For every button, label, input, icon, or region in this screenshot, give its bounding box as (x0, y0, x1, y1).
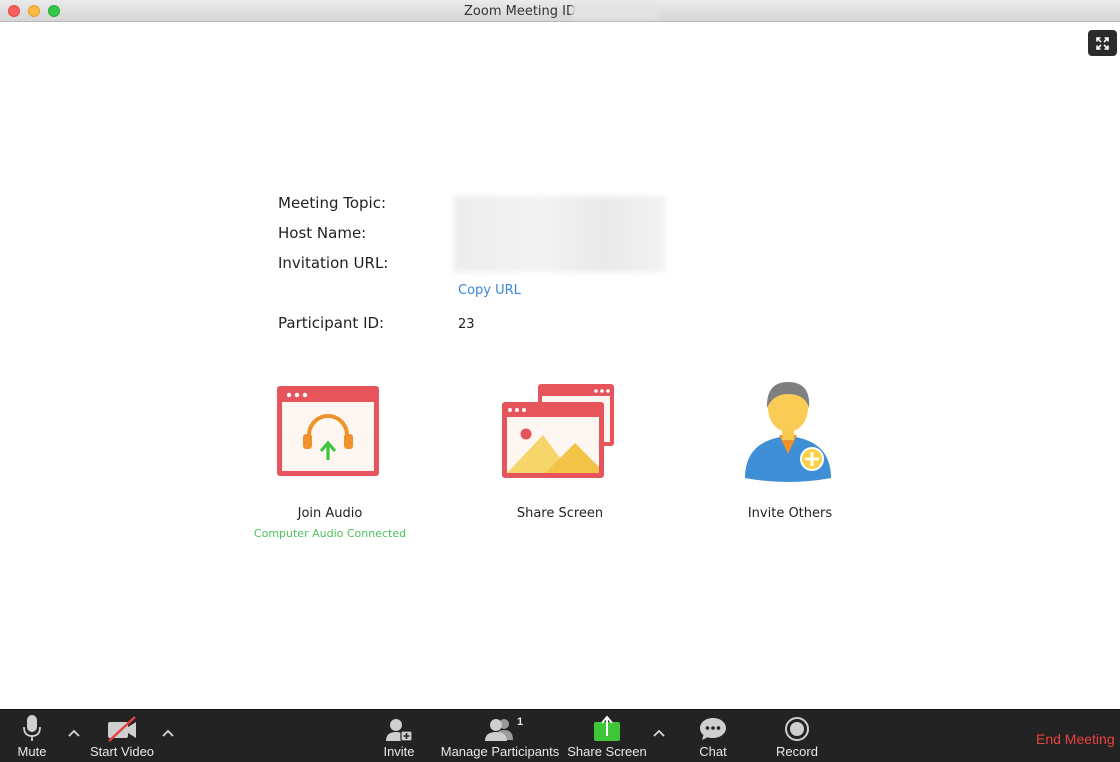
title-bar: Zoom Meeting ID: (0, 0, 1120, 22)
meeting-id-redacted (572, 3, 658, 19)
invite-others-button[interactable] (742, 380, 836, 489)
share-screen-tile-label: Share Screen (516, 506, 604, 521)
record-icon (785, 717, 809, 741)
chevron-up-icon (162, 729, 174, 737)
chevron-up-icon (68, 729, 80, 737)
zoom-meeting-window: Zoom Meeting ID: Meeting Topic: Host Nam… (0, 0, 1120, 762)
add-user-icon (386, 719, 413, 742)
mute-button[interactable]: Mute (10, 710, 54, 762)
microphone-icon (23, 715, 41, 741)
headphones-icon (277, 386, 379, 476)
host-name-label: Host Name: (278, 224, 367, 242)
expand-icon (1096, 36, 1109, 50)
invite-others-label: Invite Others (747, 506, 833, 521)
window-title: Zoom Meeting ID: (464, 4, 581, 19)
invite-button[interactable]: Invite (378, 710, 420, 762)
start-video-button[interactable]: Start Video (88, 710, 156, 762)
record-label: Record (776, 744, 818, 759)
participant-id-value: 23 (458, 317, 475, 332)
share-screen-label: Share Screen (567, 744, 647, 759)
share-screen-button[interactable]: Share Screen (567, 710, 647, 762)
manage-participants-label: Manage Participants (440, 744, 560, 759)
participants-icon (485, 719, 513, 741)
invitation-url-label: Invitation URL: (278, 254, 389, 272)
manage-participants-button[interactable]: Manage Participants (440, 710, 560, 762)
chat-button[interactable]: Chat (694, 710, 732, 762)
maximize-window-button[interactable] (48, 5, 60, 17)
minimize-window-button[interactable] (28, 5, 40, 17)
join-audio-label: Join Audio (297, 506, 363, 521)
add-user-icon (745, 382, 831, 482)
share-screen-tile-button[interactable] (501, 383, 617, 484)
record-button[interactable]: Record (774, 710, 820, 762)
audio-status-text: Computer Audio Connected (253, 527, 407, 540)
close-window-button[interactable] (8, 5, 20, 17)
share-upload-icon (594, 715, 620, 741)
copy-url-link[interactable]: Copy URL (458, 283, 521, 298)
chat-bubble-icon (700, 718, 726, 740)
chat-label: Chat (699, 744, 727, 759)
fullscreen-button[interactable] (1088, 30, 1117, 56)
share-options-caret[interactable] (651, 725, 667, 741)
share-screen-icon (502, 384, 614, 478)
audio-options-caret[interactable] (66, 725, 82, 741)
video-options-caret[interactable] (160, 725, 176, 741)
end-meeting-button[interactable]: End Meeting (1036, 731, 1115, 747)
invite-label: Invite (383, 744, 415, 759)
chevron-up-icon (653, 729, 665, 737)
meeting-topic-label: Meeting Topic: (278, 194, 387, 212)
redacted-meeting-details (454, 196, 666, 272)
participant-id-label: Participant ID: (278, 314, 385, 332)
mute-label: Mute (17, 744, 47, 759)
join-audio-button[interactable] (276, 385, 380, 482)
start-video-label: Start Video (89, 744, 155, 759)
video-off-icon (108, 716, 136, 742)
participant-count-badge: 1 (517, 716, 524, 728)
meeting-toolbar: Mute Start Video Invite Manage Participa… (0, 709, 1120, 762)
